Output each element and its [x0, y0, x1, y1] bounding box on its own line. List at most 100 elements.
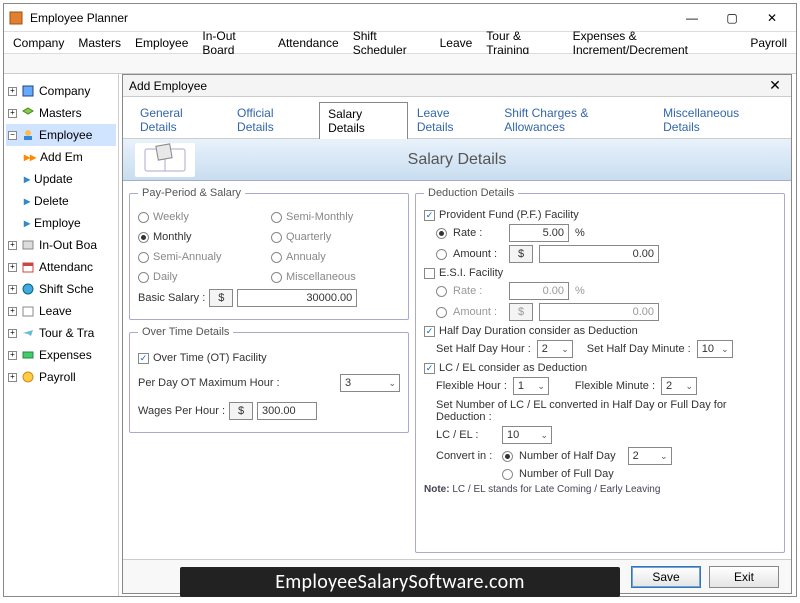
pf-rate-radio[interactable] [436, 228, 447, 239]
menu-employee[interactable]: Employee [128, 36, 195, 50]
esi-amount-radio [436, 307, 447, 318]
ot-perday-select[interactable]: 3 [340, 374, 400, 392]
arrow-icon: ▸ [24, 172, 30, 186]
tree-masters[interactable]: +Masters [6, 102, 116, 124]
maximize-button[interactable]: ▢ [712, 6, 752, 30]
radio-daily[interactable]: Daily [138, 271, 267, 283]
tab-misc[interactable]: Miscellaneous Details [654, 101, 783, 138]
menu-shift[interactable]: Shift Scheduler [346, 29, 433, 57]
halfday-hour-select[interactable]: 2 [537, 340, 573, 358]
esi-rate-label: Rate : [453, 285, 503, 297]
menu-inout[interactable]: In-Out Board [195, 29, 271, 57]
dialog-close-button[interactable]: ✕ [765, 77, 785, 94]
tree-expenses[interactable]: +Expenses [6, 344, 116, 366]
minimize-button[interactable]: — [672, 6, 712, 30]
basic-salary-input[interactable]: 30000.00 [237, 289, 357, 307]
ot-facility-checkbox[interactable] [138, 353, 149, 364]
menu-expenses[interactable]: Expenses & Increment/Decrement [566, 29, 744, 57]
convert-full-radio[interactable] [502, 469, 513, 480]
expand-icon[interactable]: + [8, 87, 17, 96]
pf-checkbox[interactable] [424, 210, 435, 221]
tree-add-employee[interactable]: ▸▸Add Em [22, 146, 116, 168]
radio-annual[interactable]: Annualy [271, 251, 400, 263]
pf-label: Provident Fund (P.F.) Facility [439, 209, 579, 221]
esi-checkbox[interactable] [424, 268, 435, 279]
flex-min-select[interactable]: 2 [661, 377, 697, 395]
tree-employee[interactable]: −Employee [6, 124, 116, 146]
menu-company[interactable]: Company [6, 36, 71, 50]
expand-icon[interactable]: + [8, 109, 17, 118]
toolbar [4, 54, 796, 74]
exit-button[interactable]: Exit [709, 566, 779, 588]
expand-icon[interactable]: + [8, 351, 17, 360]
radio-monthly[interactable]: Monthly [138, 231, 267, 243]
tab-leave[interactable]: Leave Details [408, 101, 495, 138]
deduction-legend: Deduction Details [424, 187, 518, 199]
ot-wages-label: Wages Per Hour : [138, 405, 225, 417]
menubar: Company Masters Employee In-Out Board At… [4, 32, 796, 54]
tree-shift[interactable]: +Shift Sche [6, 278, 116, 300]
menu-attendance[interactable]: Attendance [271, 36, 346, 50]
convert-half-label: Number of Half Day [519, 450, 616, 462]
expand-icon[interactable]: + [8, 373, 17, 382]
tab-general[interactable]: General Details [131, 101, 228, 138]
radio-semi-monthly[interactable]: Semi-Monthly [271, 211, 400, 223]
tab-shift-charges[interactable]: Shift Charges & Allowances [495, 101, 654, 138]
tree-company[interactable]: +Company [6, 80, 116, 102]
flex-hour-select[interactable]: 1 [513, 377, 549, 395]
close-button[interactable]: ✕ [752, 6, 792, 30]
convert-half-select[interactable]: 2 [628, 447, 672, 465]
menu-payroll[interactable]: Payroll [743, 36, 794, 50]
notebook-icon [135, 143, 195, 177]
overtime-group: Over Time Details Over Time (OT) Facilit… [129, 326, 409, 433]
banner: Salary Details [123, 139, 791, 181]
tree-employee-list[interactable]: ▸Employe [22, 212, 116, 234]
menu-masters[interactable]: Masters [71, 36, 128, 50]
tree-tour[interactable]: +Tour & Tra [6, 322, 116, 344]
expand-icon[interactable]: + [8, 263, 17, 272]
expand-icon[interactable]: + [8, 285, 17, 294]
tree-attendance[interactable]: +Attendanc [6, 256, 116, 278]
tree-delete-employee[interactable]: ▸Delete [22, 190, 116, 212]
menu-leave[interactable]: Leave [433, 36, 480, 50]
ot-facility-label: Over Time (OT) Facility [153, 352, 267, 364]
radio-quarterly[interactable]: Quarterly [271, 231, 400, 243]
basic-salary-label: Basic Salary : [138, 292, 205, 304]
radio-misc[interactable]: Miscellaneous [271, 271, 400, 283]
calendar-icon [21, 260, 35, 274]
radio-semi-annual[interactable]: Semi-Annualy [138, 251, 267, 263]
lcel-checkbox[interactable] [424, 363, 435, 374]
tab-salary[interactable]: Salary Details [319, 102, 408, 139]
halfday-checkbox[interactable] [424, 326, 435, 337]
arrow-icon: ▸ [24, 194, 30, 208]
dialog-tabs: General Details Official Details Salary … [123, 97, 791, 139]
people-icon [21, 128, 35, 142]
tree-payroll[interactable]: +Payroll [6, 366, 116, 388]
pf-rate-input[interactable]: 5.00 [509, 224, 569, 242]
expand-icon[interactable]: + [8, 241, 17, 250]
tree-leave[interactable]: +Leave [6, 300, 116, 322]
halfday-min-select[interactable]: 10 [697, 340, 733, 358]
tree-inout[interactable]: +In-Out Boa [6, 234, 116, 256]
expand-icon[interactable]: + [8, 329, 17, 338]
pf-amount-input[interactable]: 0.00 [539, 245, 659, 263]
ot-perday-label: Per Day OT Maximum Hour : [138, 377, 336, 389]
tree-update-employee[interactable]: ▸Update [22, 168, 116, 190]
lcel-count-select[interactable]: 10 [502, 426, 552, 444]
pf-amount-radio[interactable] [436, 249, 447, 260]
collapse-icon[interactable]: − [8, 131, 17, 140]
menu-tour[interactable]: Tour & Training [479, 29, 565, 57]
tab-official[interactable]: Official Details [228, 101, 319, 138]
note-text: LC / EL stands for Late Coming / Early L… [452, 484, 660, 495]
convert-half-radio[interactable] [502, 451, 513, 462]
expand-icon[interactable]: + [8, 307, 17, 316]
ot-wages-input[interactable]: 300.00 [257, 402, 317, 420]
esi-rate-input: 0.00 [509, 282, 569, 300]
esi-rate-radio [436, 286, 447, 297]
pf-amount-label: Amount : [453, 248, 503, 260]
save-button[interactable]: Save [631, 566, 701, 588]
arrow-icon: ▸▸ [24, 150, 36, 164]
esi-amount-label: Amount : [453, 306, 503, 318]
app-icon [8, 10, 24, 26]
radio-weekly[interactable]: Weekly [138, 211, 267, 223]
